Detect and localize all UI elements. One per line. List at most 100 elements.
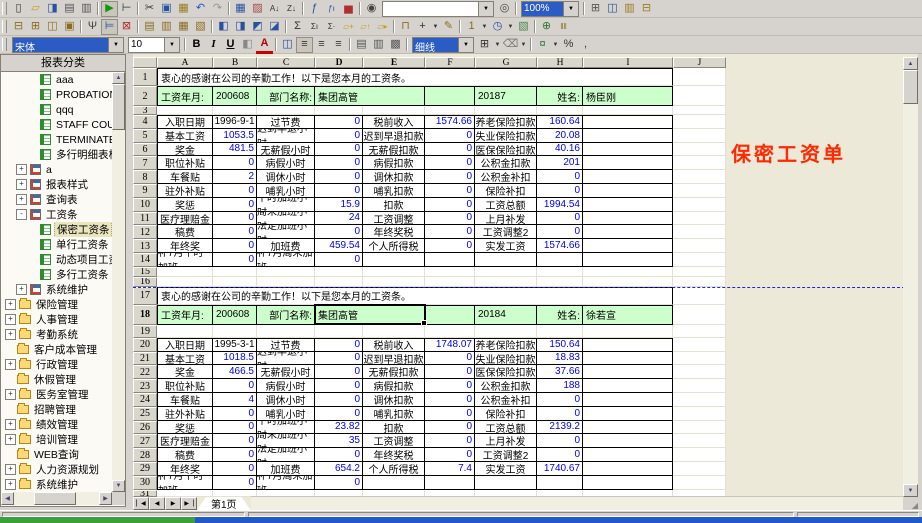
cell-D30[interactable]: 0 [315, 476, 363, 490]
cell-E21[interactable]: 迟到早退扣款 [363, 352, 425, 366]
font-name-combo[interactable]: 宋体▼ [12, 37, 124, 53]
cell-G19[interactable] [475, 325, 537, 338]
row-header-14[interactable]: 14 [133, 253, 157, 267]
barcode-icon[interactable]: ‖‖ [555, 19, 572, 35]
insert-row-icon[interactable]: ⊟ [638, 1, 655, 17]
cell-H27[interactable]: 0 [537, 434, 583, 448]
cell-C2[interactable]: 部门名称: [257, 86, 315, 106]
cell-J20[interactable] [673, 338, 726, 352]
cell-E13[interactable]: 个人所得税 [363, 239, 425, 253]
cell-C15[interactable] [257, 267, 315, 277]
expand-plus-icon[interactable]: + [5, 329, 16, 340]
cell-J5[interactable] [673, 129, 726, 143]
row-header-20[interactable]: 20 [133, 338, 157, 352]
percent-icon[interactable]: % [560, 37, 577, 53]
tree-item[interactable]: 单行工资条 [2, 237, 112, 252]
cell-C16[interactable] [257, 277, 315, 287]
cell-J22[interactable] [673, 365, 726, 379]
cell-G3[interactable] [475, 106, 537, 115]
split-cell-icon[interactable]: ⊟ [10, 19, 27, 35]
row-header-10[interactable]: 10 [133, 198, 157, 212]
cell-J16[interactable] [673, 277, 726, 287]
cell-E4[interactable]: 税前收入 [363, 115, 425, 129]
cell-C5[interactable]: 迟到早退小时 [257, 129, 315, 143]
expand-plus-icon[interactable]: + [5, 479, 16, 490]
sheet-props-icon[interactable]: ◪ [266, 19, 283, 35]
cell-F25[interactable]: 0 [425, 407, 475, 421]
cell-H23[interactable]: 188 [537, 379, 583, 393]
cell-I14[interactable] [583, 253, 673, 267]
lock-icon[interactable]: ⊓ [397, 19, 414, 35]
cell-J26[interactable] [673, 421, 726, 435]
cell-H24[interactable]: 0 [537, 393, 583, 407]
cell-B11[interactable]: 0 [213, 212, 257, 226]
cell-F22[interactable]: 0 [425, 365, 475, 379]
first-sheet-icon[interactable]: ▏◀ [133, 497, 149, 510]
cell-A6[interactable]: 奖金 [157, 143, 213, 157]
function-wizard-icon[interactable]: ƒı [323, 1, 340, 17]
cell-C8[interactable]: 调休小时 [257, 170, 315, 184]
tree-item[interactable]: +培训管理 [2, 432, 112, 447]
grid-view-icon[interactable]: ⊞ [587, 1, 604, 17]
cell-G14[interactable] [475, 253, 537, 267]
drop-icon[interactable]: ▼ [551, 37, 560, 53]
cell-H15[interactable] [537, 267, 583, 277]
cell-J19[interactable] [673, 325, 726, 338]
cell-J1[interactable] [673, 68, 726, 86]
cell-J4[interactable] [673, 115, 726, 129]
cell-I16[interactable] [583, 277, 673, 287]
cell-G6[interactable]: 医保保险扣款 [475, 143, 537, 157]
cell-A19[interactable] [157, 325, 213, 338]
cell-C14[interactable]: 补7月周末加班 [257, 253, 315, 267]
cell-G11[interactable]: 上月补发 [475, 212, 537, 226]
cell-C29[interactable]: 加班费 [257, 462, 315, 476]
cell-G23[interactable]: 公积金扣款 [475, 379, 537, 393]
cell-A13[interactable]: 年终奖 [157, 239, 213, 253]
cell-I6[interactable] [583, 143, 673, 157]
cell-A11[interactable]: 医疗理赔金 [157, 212, 213, 226]
cell-D6[interactable]: 0 [315, 143, 363, 157]
cell-J2[interactable] [673, 86, 726, 106]
toolbar-grip[interactable] [2, 2, 7, 15]
toolbar-grip[interactable] [2, 20, 7, 33]
delete-cell-icon[interactable]: ⊠ [118, 19, 135, 35]
cell-G21[interactable]: 失业保险扣款 [475, 352, 537, 366]
cell-J11[interactable] [673, 212, 726, 226]
tree-level-icon[interactable]: Ψ [84, 19, 101, 35]
cell-E29[interactable]: 个人所得税 [363, 462, 425, 476]
scroll-up-icon[interactable]: ▲ [903, 57, 918, 70]
cell-I10[interactable] [583, 198, 673, 212]
cell-I12[interactable] [583, 225, 673, 239]
print-preview-icon[interactable]: ▥ [78, 1, 95, 17]
cell-C11[interactable]: 周末加班小时 [257, 212, 315, 226]
cell-I3[interactable] [583, 106, 673, 115]
folder-export-icon[interactable]: ▱↑ [357, 19, 374, 35]
row-header-16[interactable]: 16 [133, 277, 157, 287]
row-header-27[interactable]: 27 [133, 434, 157, 448]
scroll-up-icon[interactable]: ▲ [112, 72, 125, 84]
format-brush-icon[interactable]: ▨ [249, 1, 266, 17]
cell-I13[interactable] [583, 239, 673, 253]
expand-plus-icon[interactable]: + [16, 284, 27, 295]
cell-E14[interactable] [363, 253, 425, 267]
tree-item[interactable]: +人事管理 [2, 312, 112, 327]
cell-B4[interactable]: 1996-9-1 [213, 115, 257, 129]
cell-B26[interactable]: 0 [213, 421, 257, 435]
copy-icon[interactable]: ▣ [158, 1, 175, 17]
cell-A5[interactable]: 基本工资 [157, 129, 213, 143]
pattern-grid-icon[interactable]: ▩ [387, 37, 404, 53]
cell-H5[interactable]: 20.08 [537, 129, 583, 143]
run-icon[interactable]: ▶ [101, 1, 118, 17]
sheet-copy-icon[interactable]: ◨ [232, 19, 249, 35]
merge-cell-icon[interactable]: ⊞ [27, 19, 44, 35]
cell-J14[interactable] [673, 253, 726, 267]
drop-icon[interactable]: ▼ [506, 19, 515, 35]
expand-plus-icon[interactable]: + [5, 389, 16, 400]
cell-H28[interactable]: 0 [537, 448, 583, 462]
cell-A23[interactable]: 职位补贴 [157, 379, 213, 393]
cell-C12[interactable]: 法定加班小时 [257, 225, 315, 239]
drop-icon[interactable]: ▼ [480, 19, 489, 35]
tree-item[interactable]: +a [2, 162, 112, 177]
tree-item[interactable]: +医务室管理 [2, 387, 112, 402]
cell-D4[interactable]: 0 [315, 115, 363, 129]
